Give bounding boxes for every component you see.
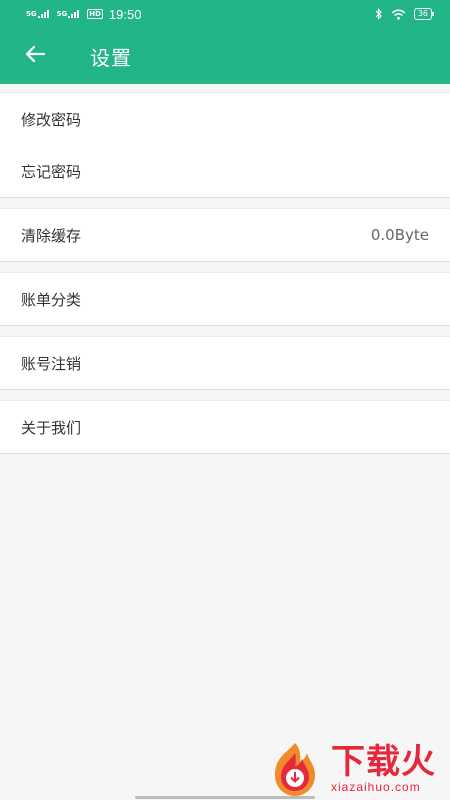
- watermark-text: 下载火 xiazaihuo.com: [331, 744, 436, 794]
- bluetooth-icon: [375, 5, 383, 24]
- hd-voice-badge: HD: [87, 9, 103, 19]
- list-item-label: 账单分类: [21, 290, 82, 309]
- cache-size-value: 0.0Byte: [370, 226, 429, 244]
- forgot-password-item[interactable]: 忘记密码: [0, 145, 450, 197]
- wifi-icon: [391, 5, 406, 24]
- app-header: 设置: [0, 28, 450, 84]
- delete-account-item[interactable]: 账号注销: [0, 337, 450, 389]
- page-title: 设置: [90, 45, 132, 70]
- list-item-label: 关于我们: [21, 418, 82, 437]
- settings-screen: 5G 5G HD 19:50 36 设置 修改密码 忘记密码 清除缓存 0.0B…: [0, 0, 450, 800]
- about-us-item[interactable]: 关于我们: [0, 401, 450, 453]
- settings-group-cache: 清除缓存 0.0Byte: [0, 208, 450, 262]
- settings-group-about: 关于我们: [0, 400, 450, 454]
- status-time: 19:50: [108, 6, 142, 22]
- list-item-label: 忘记密码: [21, 162, 82, 181]
- clear-cache-item[interactable]: 清除缓存 0.0Byte: [0, 209, 450, 261]
- settings-group-categories: 账单分类: [0, 272, 450, 326]
- status-icons: 36: [375, 5, 435, 24]
- change-password-item[interactable]: 修改密码: [0, 93, 450, 145]
- status-bar: 5G 5G HD 19:50 36: [0, 0, 450, 28]
- signal-sim2: 5G: [57, 10, 80, 18]
- back-button[interactable]: [0, 28, 70, 84]
- watermark-logo: 下载火 xiazaihuo.com: [265, 738, 450, 800]
- home-indicator[interactable]: [135, 796, 315, 799]
- settings-group-password: 修改密码 忘记密码: [0, 92, 450, 198]
- watermark-url: xiazaihuo.com: [331, 780, 421, 794]
- flame-download-icon: [265, 739, 325, 799]
- bill-categories-item[interactable]: 账单分类: [0, 273, 450, 325]
- network-type-label: 5G: [56, 10, 68, 18]
- arrow-left-icon: [24, 45, 46, 67]
- network-type-label: 5G: [26, 10, 37, 18]
- list-item-label: 修改密码: [21, 110, 82, 129]
- list-item-label: 清除缓存: [21, 226, 82, 245]
- settings-group-account: 账号注销: [0, 336, 450, 390]
- signal-bars-icon: [68, 10, 80, 18]
- list-item-label: 账号注销: [21, 354, 82, 373]
- signal-sim1: 5G: [26, 10, 49, 18]
- settings-list: 修改密码 忘记密码 清除缓存 0.0Byte 账单分类 账号注销 关于我们: [0, 92, 450, 464]
- battery-icon: 36: [413, 8, 435, 20]
- signal-bars-icon: [37, 10, 49, 18]
- watermark-cn: 下载火: [331, 742, 436, 782]
